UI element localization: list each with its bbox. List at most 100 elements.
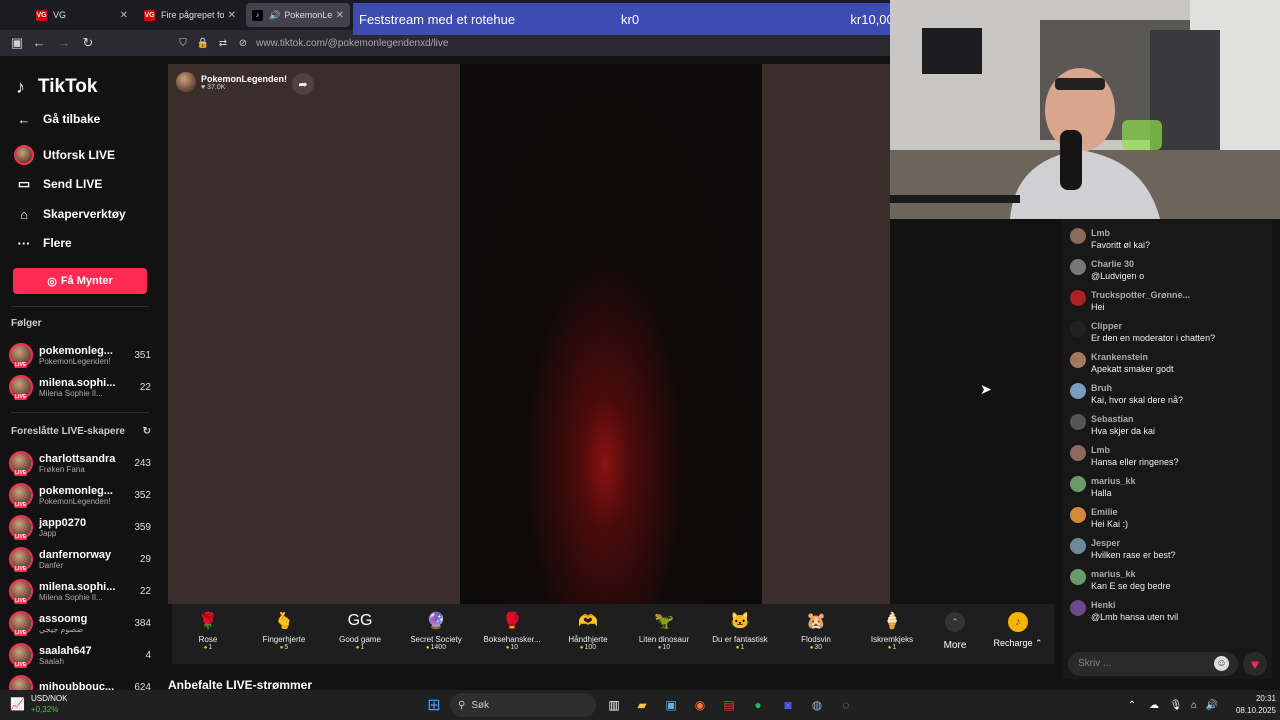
chat-username[interactable]: Krankenstein — [1091, 352, 1148, 362]
lock-icon[interactable]: 🔒 — [196, 38, 210, 49]
menu-creator-tools[interactable]: ⌂ Skaperverktøy — [14, 203, 126, 225]
gift-item[interactable]: 🐱 Du er fantastisk1 — [702, 606, 778, 662]
chat-message[interactable]: Jesper Hvilken rase er best? — [1070, 533, 1270, 563]
avatar[interactable] — [1070, 600, 1086, 616]
chat-username[interactable]: Lmb — [1091, 228, 1110, 238]
forward-icon[interactable]: → — [56, 35, 72, 51]
steam-icon[interactable]: ◍ — [807, 695, 827, 715]
tiktok-logo[interactable]: ♪ TikTok — [16, 76, 97, 98]
menu-back[interactable]: ← Gå tilbake — [14, 108, 101, 130]
photos-icon[interactable]: ▣ — [661, 695, 681, 715]
permissions-icon[interactable]: ⇄ — [216, 38, 230, 49]
chat-username[interactable]: Clipper — [1091, 321, 1122, 331]
gift-item[interactable]: 🐹 Flodsvin30 — [778, 606, 854, 662]
chat-username[interactable]: Jesper — [1091, 538, 1120, 548]
url-bar[interactable]: ⛉ 🔒 ⇄ ⊘ www.tiktok.com/@pokemonlegendenx… — [176, 33, 886, 53]
sidebar-toggle-icon[interactable]: ▣ — [9, 35, 25, 51]
gift-item[interactable]: 🫶 Håndhjerte100 — [550, 606, 626, 662]
tracking-icon[interactable]: ⊘ — [236, 38, 250, 49]
suggested-item[interactable]: LIVE milena.sophi... Milena Sophie Il... 22 — [9, 576, 151, 606]
chat-username[interactable]: Emilie — [1091, 507, 1118, 517]
chat-message[interactable]: Bruh Kai, hvor skal dere nå? — [1070, 378, 1270, 408]
avatar[interactable] — [1070, 538, 1086, 554]
more-gifts-button[interactable]: ⌃ More — [940, 612, 970, 651]
firefox-icon[interactable]: ◉ — [690, 695, 710, 715]
video-feed[interactable] — [460, 64, 762, 604]
avatar[interactable] — [1070, 259, 1086, 275]
close-icon[interactable]: ✕ — [228, 10, 236, 21]
chevron-up-icon[interactable]: ⌃ — [1122, 695, 1142, 715]
avatar[interactable] — [1070, 507, 1086, 523]
streamer-name[interactable]: PokemonLegenden! — [201, 74, 287, 84]
url-text[interactable]: www.tiktok.com/@pokemonlegendenxd/live — [256, 38, 448, 49]
live-stream-player[interactable]: PokemonLegenden! ♥ 37.0K ➦ — [168, 64, 890, 604]
mic-icon[interactable]: 🎙 — [1166, 695, 1186, 715]
chat-username[interactable]: Bruh — [1091, 383, 1112, 393]
gift-item[interactable]: 🥊 Boksehansker...10 — [474, 606, 550, 662]
suggested-item[interactable]: LIVE charlottsandra Frøken Fana 243 — [9, 448, 151, 478]
shield-icon[interactable]: ⛉ — [176, 38, 190, 49]
stock-widget[interactable]: 📈 USD/NOK +0,32% — [10, 693, 67, 715]
get-coins-button[interactable]: ◎ Få Mynter — [13, 268, 147, 294]
following-item[interactable]: LIVE pokemonleg... PokemonLegenden! 351 — [9, 340, 151, 370]
chat-username[interactable]: Charlie 30 — [1091, 259, 1134, 269]
avatar[interactable] — [1070, 569, 1086, 585]
chat-message[interactable]: Lmb Favoritt øl kai? — [1070, 223, 1270, 253]
menu-more[interactable]: ··· Flere — [14, 232, 72, 254]
gift-item[interactable]: 🫰 Fingerhjerte5 — [246, 606, 322, 662]
refresh-icon[interactable]: ↻ — [143, 426, 151, 437]
task-view-icon[interactable]: ▥ — [604, 695, 624, 715]
chat-message[interactable]: Sebastian Hva skjer da kai — [1070, 409, 1270, 439]
gift-item[interactable]: 🍦 Iskremkjeks1 — [854, 606, 930, 662]
chat-message[interactable]: marius_kk Halla — [1070, 471, 1270, 501]
menu-explore-live[interactable]: Utforsk LIVE — [14, 144, 115, 166]
obs-icon[interactable]: ◌ — [836, 695, 856, 715]
chat-message[interactable]: Charlie 30 @Ludvigen o — [1070, 254, 1270, 284]
gift-item[interactable]: 🌹 Rose1 — [170, 606, 246, 662]
cloud-icon[interactable]: ☁ — [1144, 695, 1164, 715]
menu-go-live[interactable]: ▭ Send LIVE — [14, 173, 103, 195]
suggested-item[interactable]: LIVE japp0270 Japp 359 — [9, 512, 151, 542]
suggested-item[interactable]: LIVE mihoubbouc... 624 — [9, 672, 151, 690]
taskbar-search[interactable]: ⚲ Søk — [450, 693, 596, 717]
chat-username[interactable]: marius_kk — [1091, 569, 1136, 579]
close-icon[interactable]: ✕ — [336, 10, 344, 21]
discord-icon[interactable]: ◙ — [778, 695, 798, 715]
avatar[interactable] — [1070, 228, 1086, 244]
avatar[interactable] — [1070, 445, 1086, 461]
recharge-button[interactable]: ♪ Recharge ⌃ — [990, 612, 1046, 649]
suggested-item[interactable]: LIVE danfernorway Danfer 29 — [9, 544, 151, 574]
following-item[interactable]: LIVE milena.sophi... Milena Sophie Il... … — [9, 372, 151, 402]
chat-message[interactable]: Krankenstein Apekatt smaker godt — [1070, 347, 1270, 377]
spotify-icon[interactable]: ● — [748, 695, 768, 715]
gift-item[interactable]: 🦖 Liten dinosaur10 — [626, 606, 702, 662]
avatar[interactable] — [1070, 414, 1086, 430]
close-icon[interactable]: ✕ — [120, 10, 128, 21]
streamer-header[interactable]: PokemonLegenden! ♥ 37.0K — [176, 72, 287, 92]
volume-icon[interactable]: 🔊 — [1202, 695, 1222, 715]
chat-message[interactable]: Emilie Hei Kai :) — [1070, 502, 1270, 532]
windows-start-icon[interactable]: ⊞ — [424, 695, 444, 715]
chat-message[interactable]: Clipper Er den en moderator i chatten? — [1070, 316, 1270, 346]
chat-username[interactable]: Sebastian — [1091, 414, 1134, 424]
chat-username[interactable]: Henki — [1091, 600, 1116, 610]
like-heart-icon[interactable]: ♥ — [1243, 652, 1267, 676]
streamer-avatar[interactable] — [176, 72, 196, 92]
tab-tiktok[interactable]: ♪ 🔊 PokemonLegendenxd ✕ — [246, 3, 350, 27]
avatar[interactable] — [1070, 352, 1086, 368]
chat-username[interactable]: marius_kk — [1091, 476, 1136, 486]
clock[interactable]: 20:31 08.10.2025 — [1226, 693, 1276, 717]
chat-message[interactable]: marius_kk Kan E se deg bedre — [1070, 564, 1270, 594]
avatar[interactable] — [1070, 476, 1086, 492]
chat-message[interactable]: Truckspotter_Grønne... Hei — [1070, 285, 1270, 315]
tab-vg[interactable]: VG VG ✕ — [30, 3, 134, 27]
suggested-item[interactable]: LIVE pokemonleg... PokemonLegenden! 352 — [9, 480, 151, 510]
chat-message[interactable]: Henki @Lmb hansa uten tvil — [1070, 595, 1270, 625]
chat-message[interactable]: Lmb Hansa eller ringenes? — [1070, 440, 1270, 470]
back-icon[interactable]: ← — [31, 35, 47, 51]
suggested-item[interactable]: LIVE assoomg ضصوم جيجي 384 — [9, 608, 151, 638]
reload-icon[interactable]: ↻ — [80, 35, 96, 51]
speaker-icon[interactable]: 🔊 — [269, 10, 280, 21]
tab-article[interactable]: VG Fire pågrepet for rammeleiking ✕ — [138, 3, 242, 27]
media-app-icon[interactable]: ▤ — [719, 695, 739, 715]
